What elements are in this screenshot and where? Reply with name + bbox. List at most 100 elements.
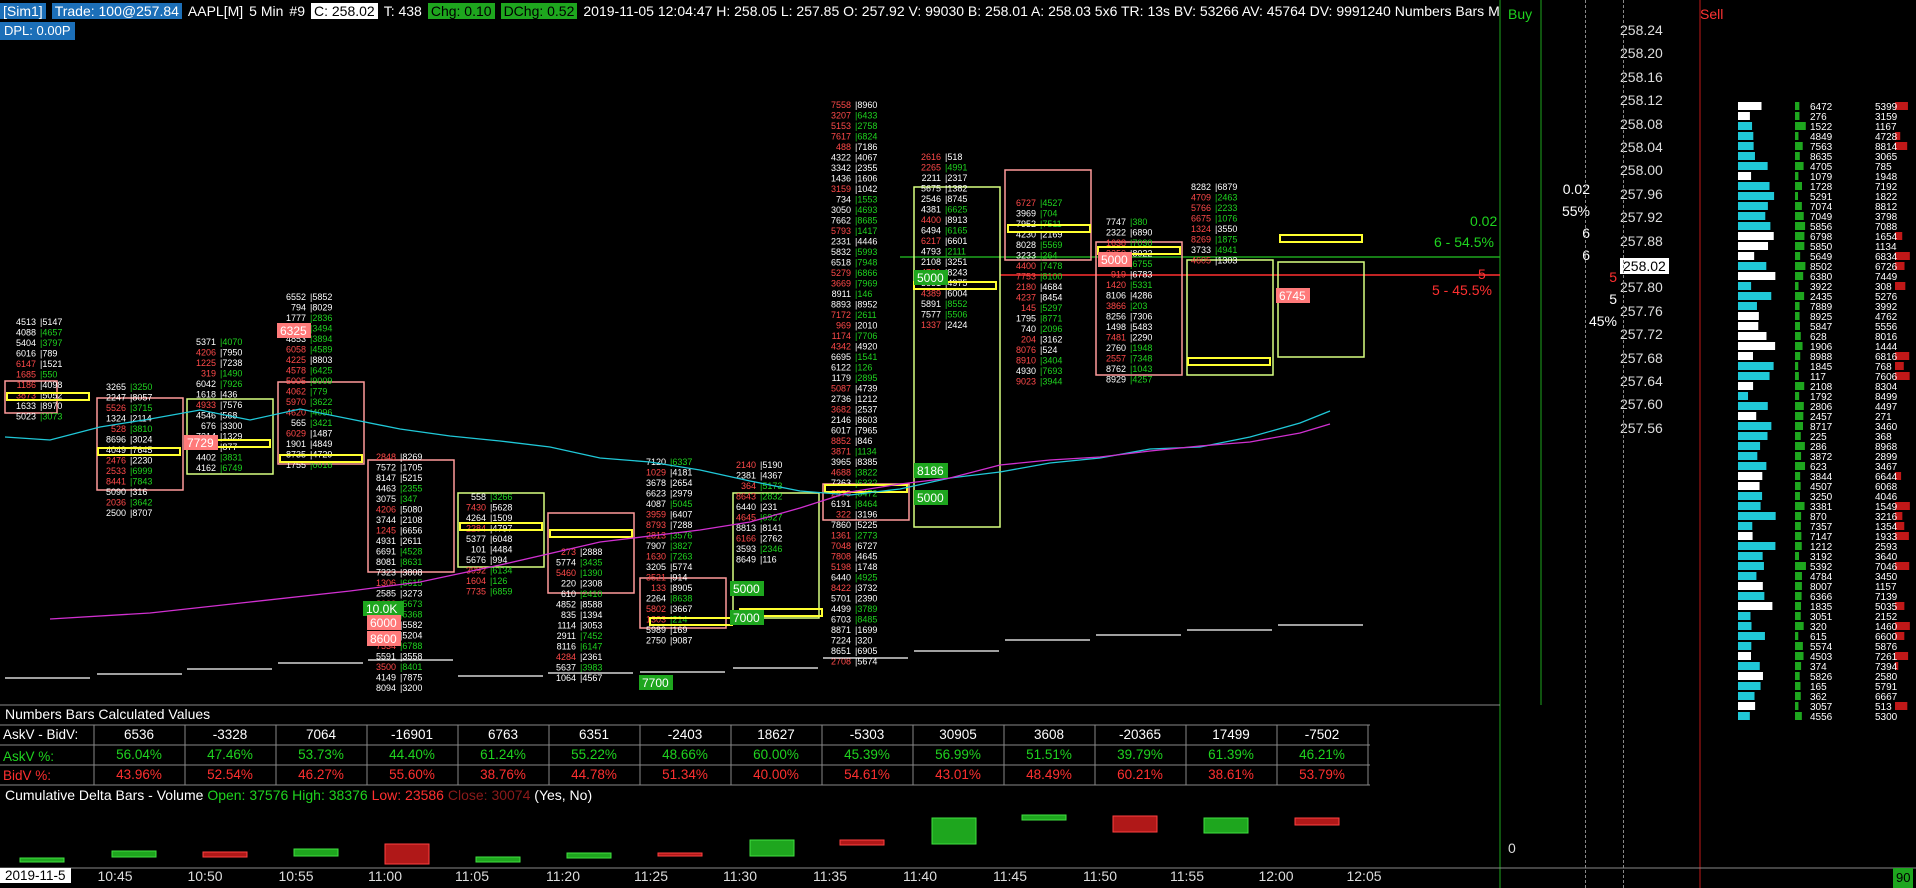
ask-volume-cell: |1699 [855, 625, 877, 635]
cumulative-delta-bar[interactable] [839, 839, 885, 846]
ask-volume-cell: |3073 [40, 412, 62, 422]
dom-divider [1585, 0, 1586, 888]
cumulative-delta-bar[interactable] [1203, 817, 1249, 834]
ask-volume-cell: |1042 [855, 184, 877, 194]
dom-ask-bar [1795, 672, 1800, 680]
bid-volume-cell: 5774 [556, 558, 576, 568]
dom-bid-bar [1738, 172, 1752, 180]
dom-bid-bar [1738, 162, 1768, 170]
bid-volume-cell: 1604 [466, 576, 486, 586]
cumulative-delta-bar[interactable] [657, 852, 703, 857]
dom-bid-bar [1738, 412, 1757, 420]
ask-volume-cell: |4589 [310, 345, 332, 355]
cumulative-delta-bar[interactable] [566, 852, 612, 859]
ask-volume-cell: |3494 [310, 324, 332, 334]
dom-bid-bar [1738, 672, 1763, 680]
cumulative-delta-bar[interactable] [749, 839, 795, 857]
dom-ask-bar [1795, 642, 1803, 650]
dom-value: 5300 [1875, 712, 1898, 723]
buy-stat-count: 6 [1582, 225, 1590, 241]
ask-volume-cell: |6048 [490, 534, 512, 544]
bid-volume-cell: 8282 [1191, 182, 1211, 192]
ask-volume-cell: |524 [1040, 345, 1057, 355]
ask-volume-cell: |8745 [945, 194, 967, 204]
buy-level-label: 6 - 54.5% [1434, 234, 1494, 250]
sell-stat-count: 5 [1609, 269, 1617, 285]
cumulative-delta-bar[interactable] [1112, 815, 1158, 833]
dom-ask-bar [1795, 212, 1804, 220]
ask-volume-cell: |5080 [400, 505, 422, 515]
cumulative-delta-bar[interactable] [111, 850, 157, 858]
ask-volume-cell: |8803 [310, 355, 332, 365]
price-level-label: 257.72 [1620, 326, 1663, 343]
ask-volume-cell: |3810 [130, 424, 152, 434]
ask-volume-cell: |2836 [310, 313, 332, 323]
dom-bid-bar [1738, 562, 1764, 570]
ask-volume-cell: |6788 [400, 641, 422, 651]
calc-cell: -5303 [849, 727, 885, 742]
dom-bid-bar [1738, 622, 1752, 630]
ask-volume-cell: |2355 [400, 484, 422, 494]
volume-badge-text: 6745 [1279, 289, 1306, 303]
ask-volume-cell: |1948 [1130, 343, 1152, 353]
dom-ask-bar [1795, 272, 1804, 280]
bid-volume-cell: 364 [741, 481, 756, 491]
cumulative-delta-bar[interactable] [19, 857, 65, 863]
dom-bid-bar [1738, 612, 1751, 620]
ask-volume-cell: |1705 [400, 463, 422, 473]
dom-ask-bar [1795, 152, 1800, 160]
cumulative-delta-bar[interactable] [1021, 814, 1067, 821]
calc-cell: 38.61% [1208, 767, 1254, 782]
cumulative-delta-bar[interactable] [384, 843, 430, 865]
cumulative-delta-bar[interactable] [1294, 817, 1340, 826]
cumulative-delta-bar[interactable] [202, 851, 248, 858]
ask-volume-cell: |7948 [855, 258, 877, 268]
cumulative-delta-bar[interactable] [293, 848, 339, 857]
ask-volume-cell: |8707 [130, 508, 152, 518]
bid-volume-cell: 7323 [376, 568, 396, 578]
bid-volume-cell: 740 [1021, 324, 1036, 334]
ask-volume-cell: |7306 [1130, 312, 1152, 322]
dom-bid-bar [1738, 282, 1752, 290]
dom-bid-bar [1738, 382, 1754, 390]
ask-volume-cell: |704 [1040, 209, 1057, 219]
volume-badge-text: 5000 [733, 582, 760, 596]
ask-volume-cell: |5297 [1040, 303, 1062, 313]
ask-volume-cell: |914 [670, 573, 687, 583]
dom-ask-bar [1795, 202, 1802, 210]
ask-volume-cell: |9087 [670, 636, 692, 646]
volume-badge-text: 8600 [370, 632, 397, 646]
dom-bid-bar [1738, 342, 1776, 350]
dom-bid-bar [1738, 292, 1772, 300]
ask-volume-cell: |4098 [40, 380, 62, 390]
ask-volume-cell: |7969 [855, 279, 877, 289]
bid-volume-cell: 7753 [1016, 272, 1036, 282]
ask-volume-cell: |3273 [400, 589, 422, 599]
bid-volume-cell: 610 [561, 589, 576, 599]
cumulative-delta-bar[interactable] [931, 817, 977, 845]
dom-ask-bar [1795, 692, 1801, 700]
sell-header[interactable]: Sell [1700, 6, 1723, 22]
bid-volume-cell: 6518 [831, 258, 851, 268]
dom-ask-bar [1795, 652, 1804, 660]
ask-volume-cell: |8960 [855, 100, 877, 110]
bid-volume-cell: 4381 [921, 205, 941, 215]
dom-ask-bar [1795, 632, 1799, 640]
ask-volume-cell: |3300 [220, 421, 242, 431]
dom-bid-bar [1738, 502, 1761, 510]
ask-volume-cell: |347 [400, 494, 417, 504]
dom-ask-bar [1795, 442, 1805, 450]
ask-volume-cell: |7965 [855, 426, 877, 436]
time-label: 12:00 [1258, 868, 1294, 884]
footprint-bar-box[interactable] [1277, 261, 1365, 358]
time-label: 11:20 [546, 868, 580, 884]
bid-volume-cell: 7430 [466, 503, 486, 513]
volume-badge-text: 6000 [370, 616, 397, 630]
time-axis[interactable]: 2019-11-5 10:45 10:50 10:55 11:00 11:05 11:20… [0, 868, 1500, 888]
buy-header[interactable]: Buy [1508, 6, 1532, 22]
ask-volume-cell: |380 [1130, 217, 1147, 227]
ask-volume-cell: |3894 [310, 334, 332, 344]
ask-volume-cell: |6165 [945, 226, 967, 236]
cumulative-delta-bar[interactable] [475, 856, 521, 863]
ask-volume-cell: |4849 [310, 439, 332, 449]
